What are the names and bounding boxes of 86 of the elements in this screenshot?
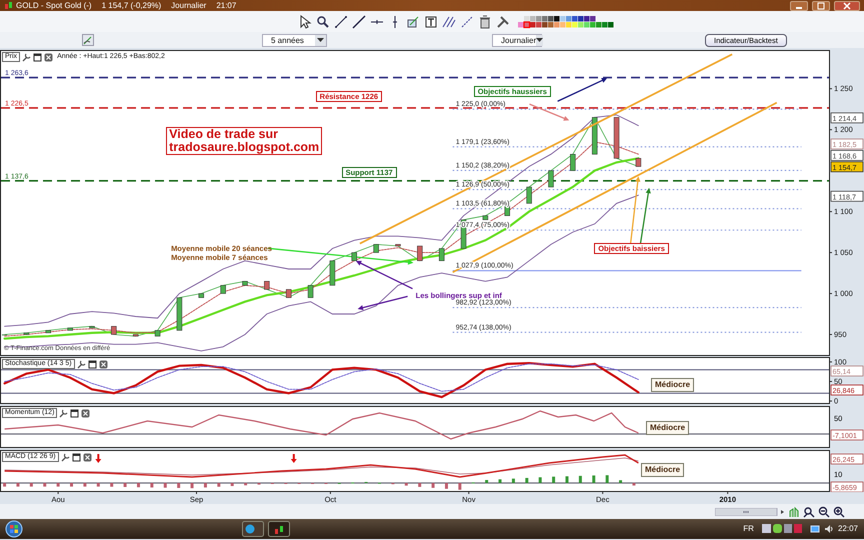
down-arrow-icon bbox=[95, 454, 102, 463]
arrow bbox=[529, 104, 570, 121]
close-icon[interactable] bbox=[82, 452, 92, 462]
arrow bbox=[557, 78, 608, 102]
candlestick bbox=[154, 330, 160, 336]
candlestick bbox=[352, 252, 358, 262]
close-icon[interactable] bbox=[44, 52, 54, 62]
fibonacci-tool-icon[interactable] bbox=[442, 14, 456, 28]
chart-app-icon[interactable] bbox=[268, 521, 290, 537]
chart-tool-icon[interactable] bbox=[82, 34, 94, 46]
close-button[interactable] bbox=[834, 0, 860, 10]
zoom-in-icon[interactable] bbox=[833, 506, 845, 518]
channel-tool-icon[interactable] bbox=[406, 14, 420, 28]
window-icon[interactable] bbox=[70, 408, 80, 418]
period-label: Journalier bbox=[171, 0, 206, 11]
candlestick bbox=[308, 285, 314, 298]
trash-icon[interactable] bbox=[478, 14, 492, 28]
window-icon[interactable] bbox=[72, 452, 81, 462]
candlestick bbox=[417, 246, 423, 262]
zoom-fit-icon[interactable] bbox=[803, 506, 815, 518]
arrow bbox=[630, 176, 640, 246]
window-icon[interactable] bbox=[33, 52, 42, 62]
candlestick bbox=[220, 285, 226, 294]
pointer-icon[interactable] bbox=[298, 14, 312, 28]
candlestick bbox=[636, 158, 642, 167]
minimize-button[interactable] bbox=[790, 0, 808, 10]
horizontal-scrollbar[interactable] bbox=[715, 508, 785, 516]
tray-icons-drawing bbox=[762, 523, 802, 535]
candlestick bbox=[67, 328, 73, 331]
candlestick bbox=[592, 117, 598, 154]
language-indicator[interactable]: FR bbox=[743, 523, 754, 535]
tools-icon[interactable] bbox=[496, 14, 510, 28]
time-label: 21:07 bbox=[216, 0, 236, 11]
color-palette-drawing[interactable] bbox=[518, 14, 614, 28]
interval-dropdown[interactable]: Journalier bbox=[492, 34, 542, 46]
close-icon[interactable] bbox=[81, 408, 90, 418]
chat-app-icon[interactable] bbox=[242, 521, 264, 537]
candlestick bbox=[482, 215, 488, 220]
zoom-icon[interactable] bbox=[316, 14, 330, 28]
candlestick bbox=[198, 293, 204, 298]
clock: 22:07 bbox=[838, 523, 858, 535]
wrench-icon[interactable] bbox=[60, 452, 70, 462]
speaker-icon[interactable] bbox=[824, 524, 834, 534]
candlestick bbox=[46, 330, 52, 334]
line-tool-icon[interactable] bbox=[334, 14, 348, 28]
candlestick bbox=[24, 332, 30, 335]
wrench-icon[interactable] bbox=[22, 52, 32, 62]
rating-label: Médiocre bbox=[641, 463, 684, 477]
maximize-button[interactable] bbox=[812, 0, 830, 10]
dropdown-arrow-icon bbox=[317, 38, 324, 42]
candlestick bbox=[176, 297, 182, 331]
candlestick bbox=[89, 326, 95, 328]
rating-label: Médiocre bbox=[646, 421, 690, 435]
candlestick bbox=[330, 260, 336, 286]
app-icon bbox=[4, 1, 13, 10]
dropdown-arrow-icon bbox=[536, 38, 544, 42]
rating-label: Médiocre bbox=[651, 378, 694, 392]
candlestick bbox=[438, 248, 444, 262]
candlestick bbox=[2, 334, 8, 336]
candlestick bbox=[526, 186, 532, 204]
window-icon[interactable] bbox=[88, 360, 97, 368]
candlestick bbox=[111, 326, 117, 335]
zoom-out-icon[interactable] bbox=[818, 506, 830, 518]
candlestick bbox=[548, 170, 554, 188]
candlestick bbox=[373, 244, 379, 253]
price-quote: 1 154,7 (-0,29%) bbox=[102, 0, 162, 11]
network-icon[interactable] bbox=[810, 524, 822, 534]
arrow bbox=[640, 188, 651, 246]
candlestick bbox=[570, 154, 576, 171]
candlestick bbox=[614, 117, 620, 159]
window-title: GOLD - Spot Gold (-) bbox=[16, 0, 92, 11]
close-icon[interactable] bbox=[98, 360, 108, 368]
candlestick bbox=[286, 289, 292, 298]
start-button[interactable] bbox=[4, 520, 24, 538]
down-arrow-icon bbox=[290, 454, 297, 463]
wrench-icon[interactable] bbox=[59, 408, 68, 418]
candlestick bbox=[132, 334, 138, 336]
range-dropdown[interactable]: 5 années bbox=[262, 34, 327, 46]
wrench-icon[interactable] bbox=[76, 360, 86, 368]
line-tool-icon[interactable] bbox=[352, 14, 366, 28]
candlestick bbox=[264, 281, 270, 290]
candlestick bbox=[395, 244, 401, 246]
text-tool-icon[interactable] bbox=[424, 14, 438, 28]
candlestick bbox=[242, 281, 248, 286]
arrow bbox=[358, 296, 408, 310]
annotation-label: Video de trade sur tradosaure.blogspot.com bbox=[166, 127, 322, 156]
